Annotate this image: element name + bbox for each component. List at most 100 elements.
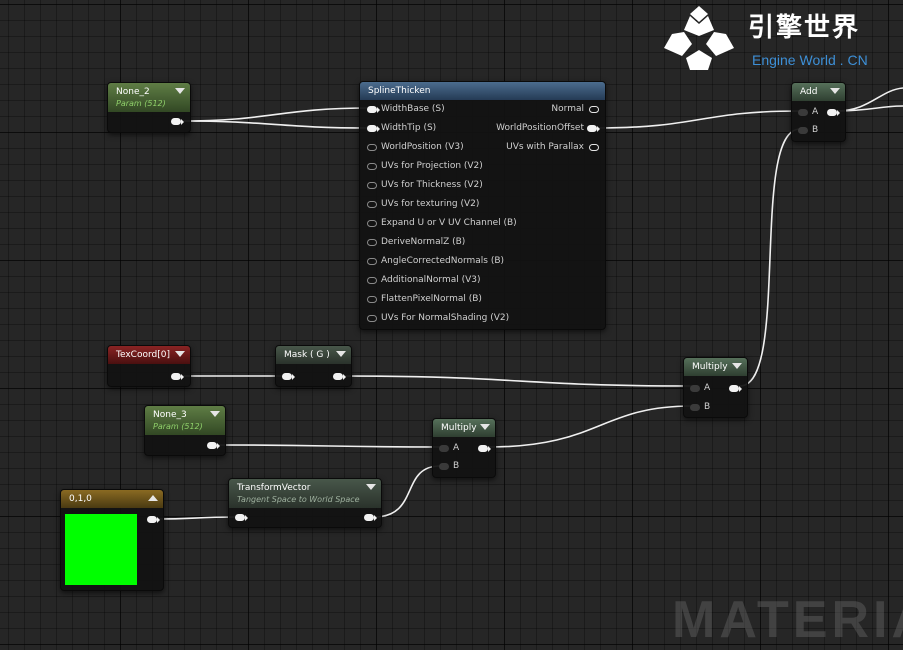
input-pin-b[interactable] <box>690 404 700 411</box>
chevron-down-icon[interactable] <box>366 484 376 490</box>
input-label: UVs for Thickness (V2) <box>381 180 483 190</box>
input-label: UVs For NormalShading (V2) <box>381 313 510 323</box>
node-title: None_2 <box>116 87 150 97</box>
wire-none3-multiply2-a <box>217 444 441 448</box>
input-pin[interactable] <box>367 220 377 227</box>
output-pin-normal[interactable] <box>589 106 599 113</box>
node-subtitle: Tangent Space to World Space <box>237 495 360 504</box>
chevron-down-icon[interactable] <box>336 351 346 357</box>
input-label: A <box>453 443 460 453</box>
node-spline-thicken[interactable]: SplineThicken WidthBase (S) WidthTip (S)… <box>359 81 606 330</box>
output-pin[interactable] <box>171 118 184 125</box>
output-pin[interactable] <box>478 445 491 452</box>
node-header[interactable]: Multiply <box>433 419 495 437</box>
input-pin[interactable] <box>235 514 248 521</box>
chevron-down-icon[interactable] <box>175 351 185 357</box>
node-texcoord[interactable]: TexCoord[0] <box>107 345 191 387</box>
chevron-down-icon[interactable] <box>175 88 185 94</box>
wire-multiply2-multiply1-b <box>487 405 693 448</box>
input-label: WidthTip (S) <box>381 123 437 133</box>
output-pin[interactable] <box>333 373 346 380</box>
output-pin[interactable] <box>207 442 220 449</box>
input-pin[interactable] <box>367 277 377 284</box>
node-multiply-2[interactable]: Multiply A B <box>432 418 496 478</box>
node-header[interactable]: Add <box>792 83 845 101</box>
chevron-down-icon[interactable] <box>480 424 490 430</box>
node-subtitle: Param (512) <box>153 422 203 431</box>
node-title: None_3 <box>153 410 187 420</box>
node-title: TexCoord[0] <box>116 350 170 360</box>
output-pin[interactable] <box>171 373 184 380</box>
chevron-down-icon[interactable] <box>732 363 742 369</box>
wire-constant-transform <box>153 516 239 520</box>
input-pin[interactable] <box>367 201 377 208</box>
node-param-none3[interactable]: None_3 Param (512) <box>144 405 226 456</box>
input-pin[interactable] <box>367 315 377 322</box>
input-label: A <box>812 107 819 117</box>
node-multiply-1[interactable]: Multiply A B <box>683 357 748 418</box>
input-label: B <box>704 402 711 412</box>
output-pin[interactable] <box>147 516 160 523</box>
input-label: UVs for texturing (V2) <box>381 199 480 209</box>
output-label: UVs with Parallax <box>506 142 584 152</box>
input-pin-a[interactable] <box>690 385 700 392</box>
input-label: B <box>812 125 819 135</box>
output-pin-uvs-parallax[interactable] <box>589 144 599 151</box>
input-pin-a[interactable] <box>439 445 449 452</box>
node-title: 0,1,0 <box>69 494 92 504</box>
input-pin-b[interactable] <box>439 463 449 470</box>
input-label: DeriveNormalZ (B) <box>381 237 466 247</box>
input-pin[interactable] <box>367 258 377 265</box>
node-param-none2[interactable]: None_2 Param (512) <box>107 82 191 133</box>
node-header[interactable]: Multiply <box>684 358 747 376</box>
wire-none2-widthbase <box>181 107 371 122</box>
output-pin[interactable] <box>364 514 377 521</box>
wire-add-out-right <box>835 87 903 112</box>
node-subtitle: Param (512) <box>116 99 166 108</box>
input-label: UVs for Projection (V2) <box>381 161 483 171</box>
input-label: Expand U or V UV Channel (B) <box>381 218 517 228</box>
output-pin[interactable] <box>729 385 742 392</box>
input-label: A <box>704 383 711 393</box>
input-pin-a[interactable] <box>798 109 808 116</box>
node-header[interactable]: None_3 Param (512) <box>145 406 225 435</box>
input-pin-widthbase[interactable] <box>367 106 380 113</box>
chevron-down-icon[interactable] <box>830 88 840 94</box>
output-pin[interactable] <box>827 109 840 116</box>
input-pin[interactable] <box>282 373 295 380</box>
input-pin[interactable] <box>367 163 377 170</box>
node-header[interactable]: TexCoord[0] <box>108 346 190 364</box>
node-header[interactable]: None_2 Param (512) <box>108 83 190 112</box>
node-transform-vector[interactable]: TransformVector Tangent Space to World S… <box>228 478 382 528</box>
node-title: TransformVector <box>237 483 311 493</box>
input-label: AngleCorrectedNormals (B) <box>381 256 505 266</box>
node-header[interactable]: TransformVector Tangent Space to World S… <box>229 479 381 508</box>
output-label: Normal <box>551 104 584 114</box>
input-label: FlattenPixelNormal (B) <box>381 294 482 304</box>
chevron-up-icon[interactable] <box>148 495 158 501</box>
node-add[interactable]: Add A B <box>791 82 846 142</box>
input-pin[interactable] <box>367 144 377 151</box>
input-pin-b[interactable] <box>798 127 808 134</box>
wire-add-out-right-2 <box>835 105 903 112</box>
input-pin[interactable] <box>367 239 377 246</box>
node-header[interactable]: SplineThicken <box>360 82 605 100</box>
input-pin-widthtip[interactable] <box>367 125 380 132</box>
output-label: WorldPositionOffset <box>496 123 584 133</box>
color-swatch[interactable] <box>65 514 137 585</box>
wire-transform-multiply2-b <box>373 465 441 518</box>
engine-world-logo-icon <box>664 6 734 70</box>
brand-subtitle: Engine World . CN <box>752 52 868 68</box>
node-mask-g[interactable]: Mask ( G ) <box>275 345 352 387</box>
chevron-down-icon[interactable] <box>210 411 220 417</box>
node-header[interactable]: 0,1,0 <box>61 490 163 508</box>
input-label: AdditionalNormal (V3) <box>381 275 481 285</box>
node-constant-vector[interactable]: 0,1,0 <box>60 489 164 591</box>
output-pin-wpo[interactable] <box>587 125 600 132</box>
node-header[interactable]: Mask ( G ) <box>276 346 351 364</box>
input-label: WidthBase (S) <box>381 104 445 114</box>
wire-wpo-add-a <box>595 110 801 129</box>
input-pin[interactable] <box>367 296 377 303</box>
input-pin[interactable] <box>367 182 377 189</box>
node-title: SplineThicken <box>368 86 431 96</box>
